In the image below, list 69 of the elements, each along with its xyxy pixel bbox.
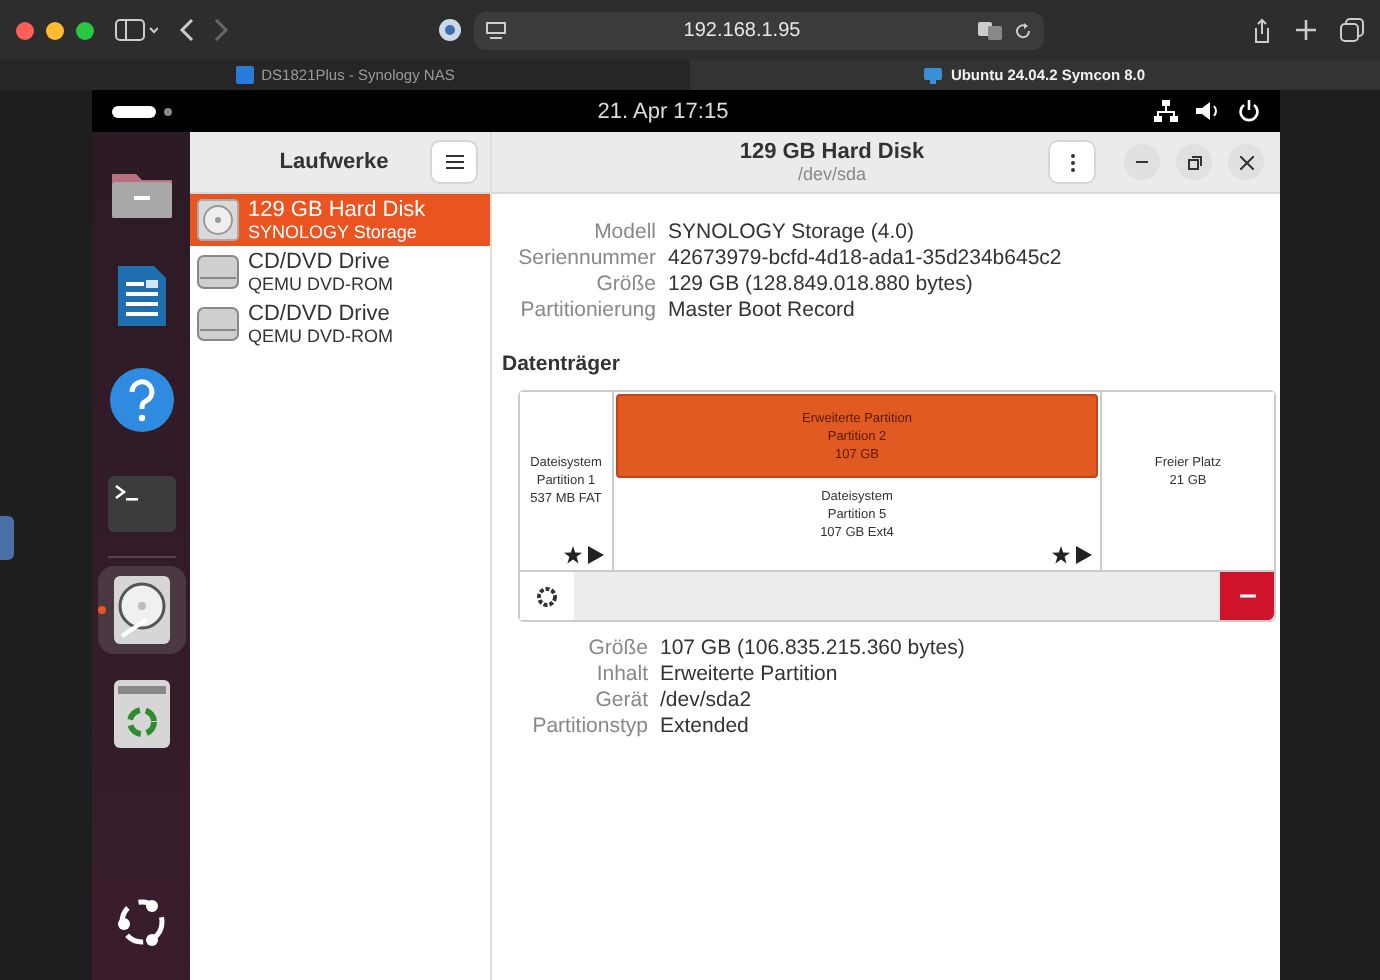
new-tab-icon[interactable] [1296, 20, 1316, 40]
share-icon[interactable] [1252, 17, 1272, 43]
property-label: Größe [594, 272, 656, 298]
menu-button[interactable] [430, 140, 478, 184]
section-heading: Datenträger [502, 352, 622, 376]
property-value: SYNOLOGY Storage (4.0) [668, 220, 916, 246]
running-dot [97, 606, 105, 614]
star-icon [564, 546, 582, 564]
document-icon[interactable] [113, 262, 169, 330]
power-icon[interactable] [1238, 100, 1260, 122]
translate-icon[interactable] [978, 21, 1002, 39]
property-label: Partitionierung [518, 298, 656, 324]
privacy-icon[interactable] [438, 18, 462, 42]
property-label: Seriennummer [516, 246, 656, 272]
property-label: Inhalt [594, 662, 648, 688]
play-icon [588, 546, 604, 564]
property-label: Partitionstyp [530, 714, 648, 740]
maximize-button[interactable] [1176, 144, 1212, 180]
window-subtitle: /dev/sda [797, 164, 867, 184]
sidebar-icon[interactable] [114, 18, 158, 42]
play-icon [1076, 546, 1092, 564]
clock[interactable]: 21. Apr 17:15 [172, 99, 1154, 123]
drive-item[interactable]: CD/DVD Drive QEMU DVD-ROM [190, 298, 490, 350]
close-button[interactable] [1228, 144, 1264, 180]
gear-icon [536, 585, 558, 607]
star-icon [1052, 546, 1070, 564]
drive-item[interactable]: 129 GB Hard Disk SYNOLOGY Storage [190, 194, 490, 246]
minimize-light[interactable] [46, 21, 64, 39]
tabs-overview-icon[interactable] [1340, 18, 1364, 42]
window-title: 129 GB Hard Disk [739, 140, 925, 164]
back-icon[interactable] [178, 18, 194, 42]
workspace-indicator[interactable] [164, 107, 172, 115]
property-value: /dev/sda2 [660, 688, 754, 714]
restore-icon [1187, 155, 1201, 169]
network-icon[interactable] [1154, 100, 1178, 122]
optical-drive-icon [196, 302, 240, 346]
menu-icon [445, 154, 463, 170]
volume-icon[interactable] [1196, 100, 1220, 122]
drive-item[interactable]: CD/DVD Drive QEMU DVD-ROM [190, 246, 490, 298]
trash-icon[interactable] [113, 680, 169, 748]
property-value: Master Boot Record [668, 298, 857, 324]
optical-drive-icon [196, 250, 240, 294]
zoom-light[interactable] [76, 21, 94, 39]
terminal-icon[interactable] [107, 476, 175, 532]
property-label: Gerät [593, 688, 648, 714]
settings-button[interactable] [520, 572, 574, 620]
site-icon [235, 66, 254, 84]
workspace-indicator[interactable] [112, 105, 156, 117]
sidebar-handle[interactable] [0, 516, 14, 560]
reload-icon[interactable] [1014, 21, 1032, 39]
screen-icon [924, 66, 943, 84]
property-value: 42673979-bcfd-4d18-ada1-35d234b645c2 [668, 246, 1064, 272]
sidebar-title: Laufwerke [277, 150, 391, 174]
more-icon [1069, 153, 1075, 171]
forward-icon[interactable] [214, 18, 230, 42]
property-value: Erweiterte Partition [660, 662, 840, 688]
property-value: Extended [660, 714, 751, 740]
dock-item[interactable] [97, 566, 185, 654]
minus-icon [1239, 594, 1255, 598]
page-icon [486, 21, 506, 39]
property-value: 107 GB (106.835.215.360 bytes) [660, 636, 967, 662]
property-label: Modell [592, 220, 656, 246]
app-grid-icon[interactable] [113, 894, 169, 950]
close-light[interactable] [16, 21, 34, 39]
close-icon [1239, 155, 1253, 169]
property-value: 129 GB (128.849.018.880 bytes) [668, 272, 975, 298]
property-label: Größe [586, 636, 648, 662]
address-field[interactable]: 192.168.1.95 [474, 11, 1044, 49]
minimize-icon [1136, 160, 1148, 164]
